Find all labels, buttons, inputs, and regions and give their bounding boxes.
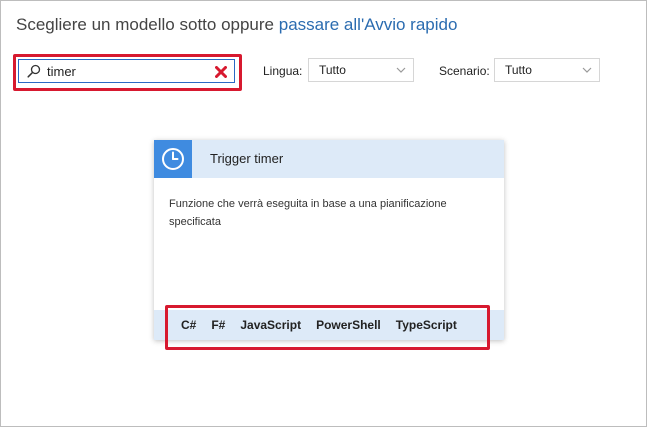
language-label: Lingua: bbox=[263, 64, 303, 78]
card-header: Trigger timer bbox=[154, 140, 504, 178]
chevron-down-icon bbox=[582, 67, 592, 73]
scenario-select-value: Tutto bbox=[505, 63, 532, 77]
heading-text: Scegliere un modello sotto oppure bbox=[16, 15, 279, 34]
languages-highlight-box bbox=[165, 305, 490, 350]
language-select[interactable]: Tutto bbox=[308, 58, 414, 82]
clock-icon bbox=[162, 148, 184, 170]
template-picker-panel: Scegliere un modello sotto oppure passar… bbox=[0, 0, 647, 427]
scenario-label: Scenario: bbox=[439, 64, 490, 78]
card-icon-tile bbox=[154, 140, 192, 178]
scenario-select[interactable]: Tutto bbox=[494, 58, 600, 82]
chevron-down-icon bbox=[396, 67, 406, 73]
search-icon bbox=[27, 64, 41, 78]
search-box[interactable] bbox=[18, 59, 235, 83]
quickstart-link[interactable]: passare all'Avvio rapido bbox=[279, 15, 458, 34]
card-title: Trigger timer bbox=[210, 151, 284, 166]
language-select-value: Tutto bbox=[319, 63, 346, 77]
card-description: Funzione che verrà eseguita in base a un… bbox=[169, 198, 447, 228]
page-heading: Scegliere un modello sotto oppure passar… bbox=[16, 15, 457, 35]
search-input[interactable] bbox=[47, 62, 197, 80]
close-icon[interactable] bbox=[215, 66, 227, 78]
